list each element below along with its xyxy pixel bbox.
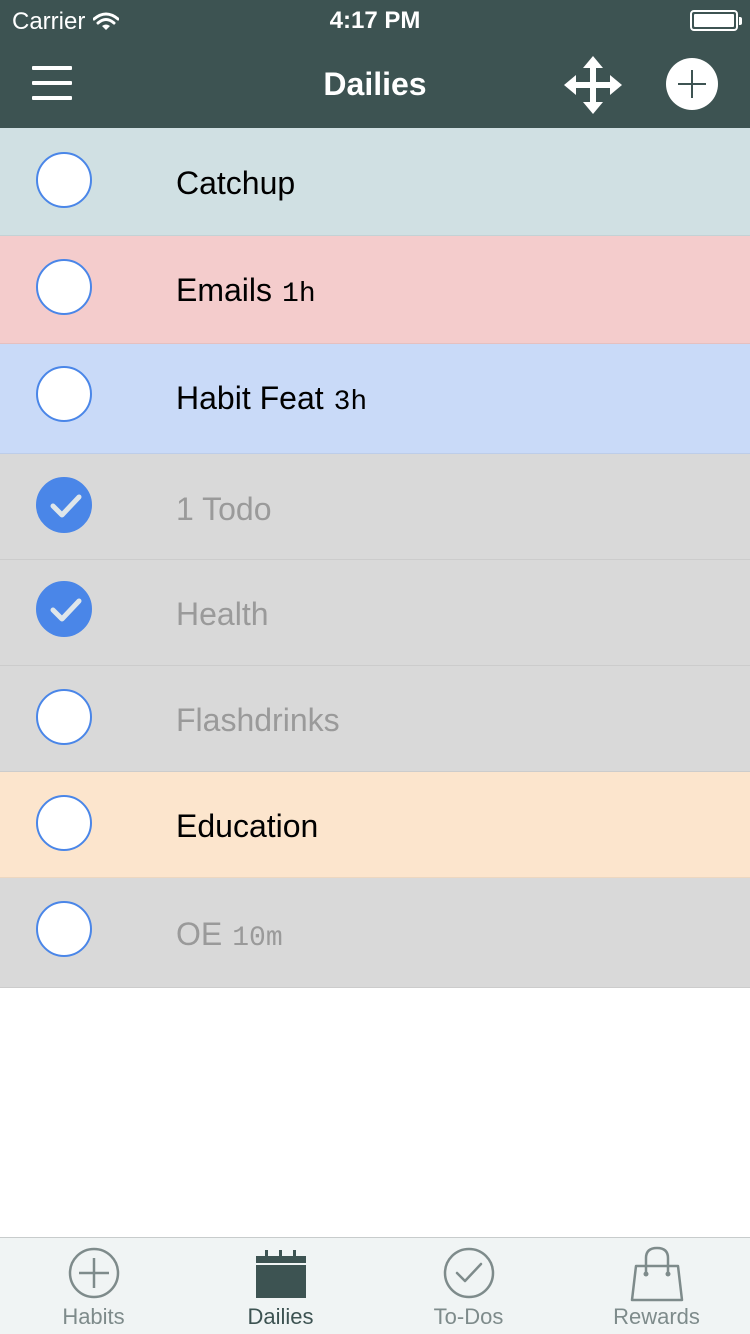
daily-checkbox-checked[interactable]: [36, 477, 92, 533]
checkmark-icon: [50, 494, 82, 518]
daily-title: OE: [176, 916, 223, 952]
tab-label: Dailies: [247, 1304, 314, 1329]
move-arrows-icon: [564, 56, 622, 114]
page-title: Dailies: [323, 66, 427, 102]
daily-title: Catchup: [176, 165, 296, 201]
daily-title: 1 Todo: [176, 491, 272, 527]
reorder-button[interactable]: [562, 54, 624, 116]
daily-duration: 3h: [333, 387, 368, 418]
daily-title-wrap: Habit Feat 3h: [176, 380, 367, 418]
daily-duration: 10m: [232, 923, 283, 954]
daily-title-wrap: 1 Todo: [176, 491, 282, 528]
daily-row[interactable]: Catchup: [0, 128, 750, 236]
status-bar: Carrier 4:17 PM: [0, 0, 750, 40]
daily-title: Emails: [176, 272, 273, 308]
calendar-icon: [255, 1250, 306, 1298]
daily-title-wrap: Health: [176, 596, 279, 633]
daily-row[interactable]: Habit Feat 3h: [0, 344, 750, 454]
daily-checkbox[interactable]: [36, 259, 92, 315]
tab-label: To-Dos: [433, 1304, 504, 1329]
daily-title-wrap: Education: [176, 808, 328, 845]
daily-checkbox[interactable]: [36, 689, 92, 745]
daily-title: Habit Feat: [176, 380, 324, 416]
daily-row[interactable]: OE 10m: [0, 878, 750, 988]
dailies-list: Catchup Emails 1h Habit Feat 3h 1 Todo H…: [0, 128, 750, 988]
daily-checkbox-checked[interactable]: [36, 581, 92, 637]
battery-icon: [690, 10, 742, 31]
tab-label: Habits: [62, 1304, 125, 1329]
status-time: 4:17 PM: [329, 7, 421, 34]
daily-row[interactable]: 1 Todo: [0, 454, 750, 560]
nav-bar: Dailies: [0, 40, 750, 128]
shopping-bag-icon: [630, 1246, 683, 1302]
daily-duration: 1h: [282, 279, 316, 310]
daily-title-wrap: Flashdrinks: [176, 702, 350, 739]
checkmark-icon: [50, 598, 82, 622]
daily-row[interactable]: Education: [0, 772, 750, 878]
daily-checkbox[interactable]: [36, 795, 92, 851]
tab-bar: Habits Dailies To-Dos Rewards: [0, 1237, 750, 1334]
daily-title-wrap: Catchup: [176, 165, 305, 202]
tab-todos[interactable]: To-Dos: [375, 1238, 562, 1334]
daily-title: Health: [176, 596, 269, 632]
daily-row[interactable]: Emails 1h: [0, 236, 750, 344]
daily-checkbox[interactable]: [36, 152, 92, 208]
daily-title: Flashdrinks: [176, 702, 340, 738]
tab-label: Rewards: [613, 1304, 700, 1329]
tab-habits[interactable]: Habits: [0, 1238, 187, 1334]
daily-row[interactable]: Health: [0, 560, 750, 666]
tab-rewards[interactable]: Rewards: [563, 1238, 750, 1334]
tab-dailies[interactable]: Dailies: [187, 1238, 374, 1334]
daily-title-wrap: OE 10m: [176, 916, 283, 954]
add-daily-button[interactable]: [666, 58, 718, 110]
daily-row[interactable]: Flashdrinks: [0, 666, 750, 772]
check-circle-icon: [443, 1247, 494, 1299]
daily-title: Education: [176, 808, 319, 844]
daily-checkbox[interactable]: [36, 366, 92, 422]
daily-checkbox[interactable]: [36, 901, 92, 957]
daily-title-wrap: Emails 1h: [176, 272, 316, 310]
plus-circle-icon: [68, 1247, 119, 1299]
